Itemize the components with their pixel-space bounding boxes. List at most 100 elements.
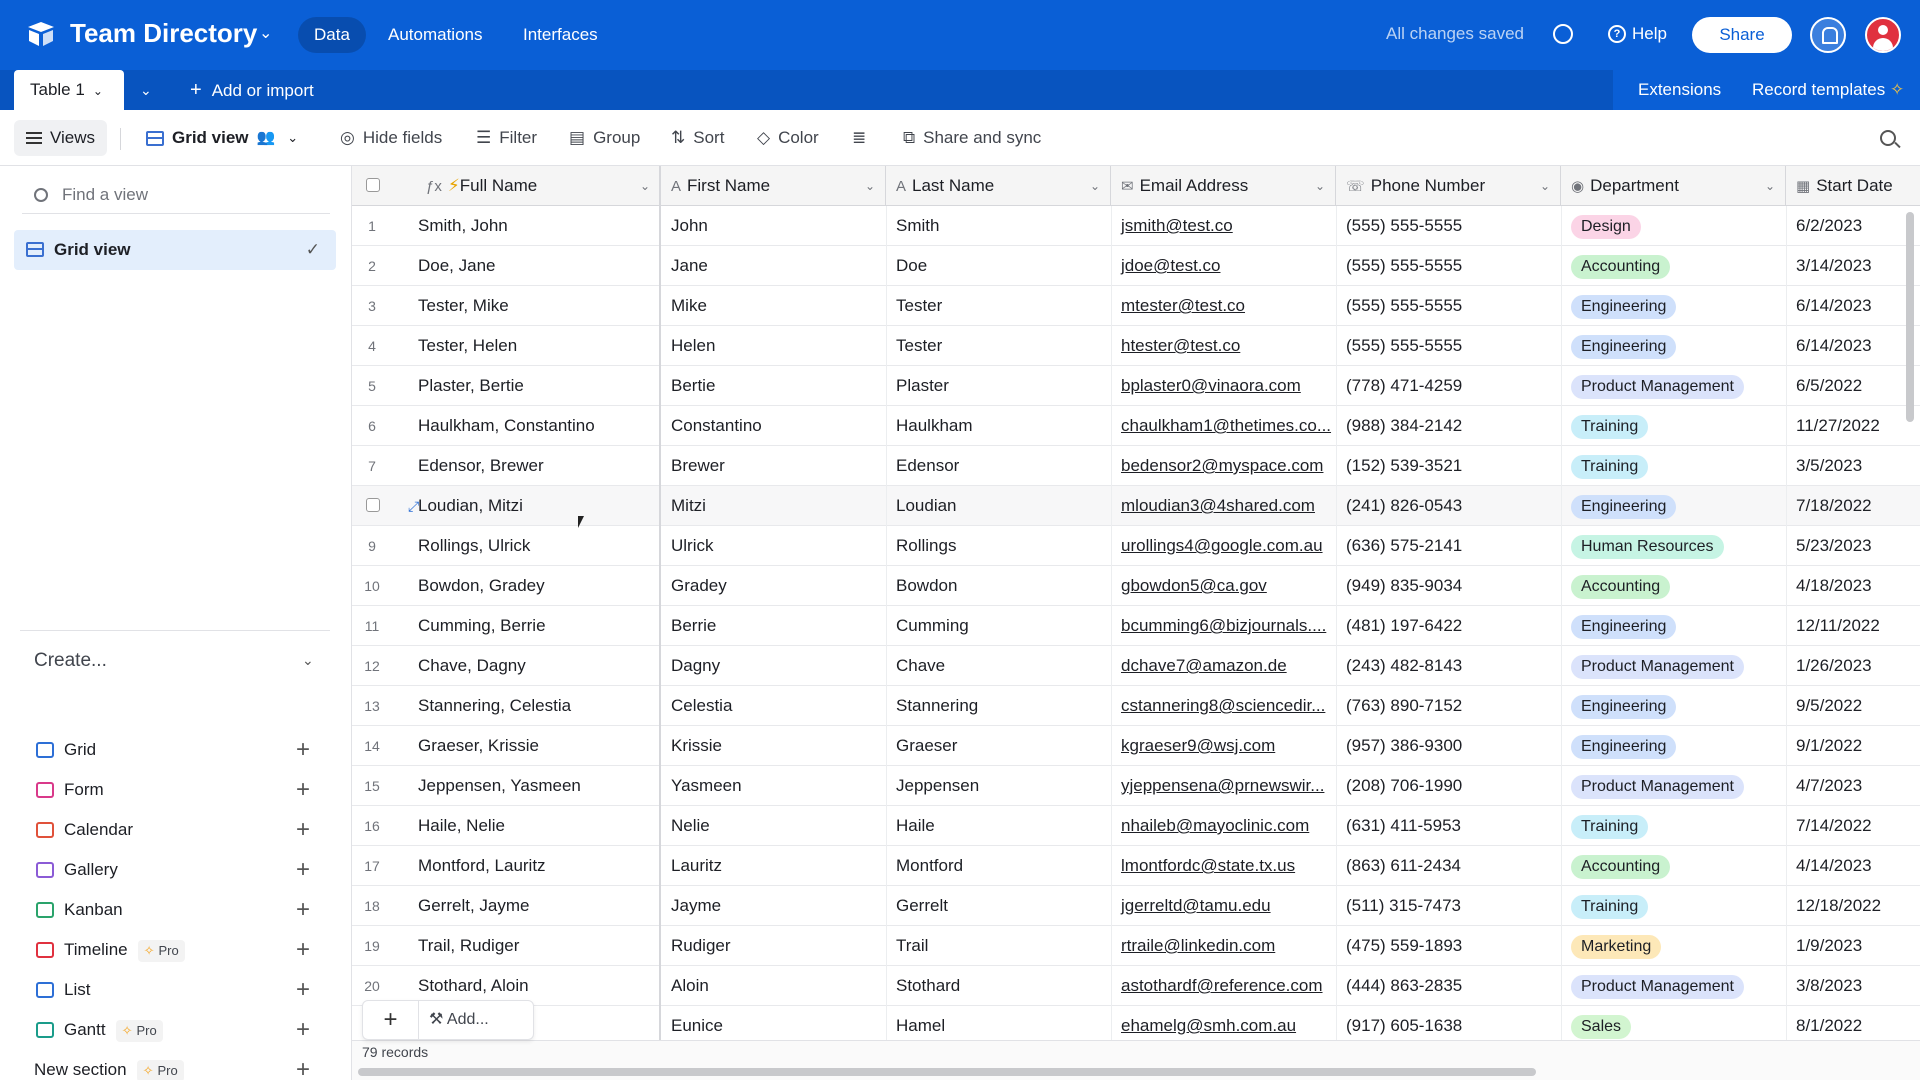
create-item-grid[interactable]: Grid + <box>34 730 334 770</box>
create-section-title[interactable]: Create... <box>34 650 107 672</box>
cell-email[interactable]: jgerreltd@tamu.edu <box>1111 886 1336 926</box>
table-row[interactable]: 17 Montford, Lauritz Lauritz Montford lmontf… <box>352 846 1920 886</box>
table-row[interactable]: 14 Graeser, Krissie Krissie Graeser kgraeser… <box>352 726 1920 766</box>
cell-email[interactable]: bcumming6@bizjournals.... <box>1111 606 1336 646</box>
nav-interfaces[interactable]: Interfaces <box>507 17 614 53</box>
add-view-plus-icon[interactable]: + <box>296 930 310 970</box>
create-item-calendar[interactable]: Calendar + <box>34 810 334 850</box>
table-row[interactable]: 10 Bowdon, Gradey Gradey Bowdon gbowdon5@ca.… <box>352 566 1920 606</box>
cell-full[interactable]: Haile, Nelie <box>408 806 661 846</box>
table-row[interactable]: 3 Tester, Mike Mike Tester mtester@test.co (5… <box>352 286 1920 326</box>
cell-email[interactable]: jsmith@test.co <box>1111 206 1336 246</box>
cell-dept[interactable]: Engineering <box>1561 606 1786 646</box>
table-row[interactable]: 9 Rollings, Ulrick Ulrick Rollings urollings… <box>352 526 1920 566</box>
cell-start[interactable]: 5/23/2023 <box>1786 526 1920 566</box>
cell-last[interactable]: Smith <box>886 206 1111 246</box>
add-view-plus-icon[interactable]: + <box>296 970 310 1010</box>
table-row[interactable]: 7 Edensor, Brewer Brewer Edensor bedensor2@m… <box>352 446 1920 486</box>
app-logo-icon[interactable] <box>26 20 56 48</box>
cell-first[interactable]: Bertie <box>661 366 886 406</box>
cell-first[interactable]: Mike <box>661 286 886 326</box>
table-row[interactable]: 15 Jeppensen, Yasmeen Yasmeen Jeppensen yjep… <box>352 766 1920 806</box>
cell-phone[interactable]: (444) 863-2835 <box>1336 966 1561 1006</box>
cell-full[interactable]: Chave, Dagny <box>408 646 661 686</box>
column-header-last-name[interactable]: A Last Name ⌄ <box>886 166 1111 206</box>
add-view-plus-icon[interactable]: + <box>296 890 310 930</box>
notifications-bell-icon[interactable] <box>1810 17 1846 53</box>
table-row[interactable]: 16 Haile, Nelie Nelie Haile nhaileb@mayoclin… <box>352 806 1920 846</box>
create-item-gallery[interactable]: Gallery + <box>34 850 334 890</box>
user-avatar[interactable] <box>1865 17 1901 53</box>
cell-email[interactable]: kgraeser9@wsj.com <box>1111 726 1336 766</box>
create-item-list[interactable]: List + <box>34 970 334 1010</box>
create-item-gantt[interactable]: Gantt ✧ Pro + <box>34 1010 334 1050</box>
cell-last[interactable]: Stothard <box>886 966 1111 1006</box>
add-record-plus-button[interactable]: + <box>363 1001 419 1039</box>
cell-full[interactable]: Doe, Jane <box>408 246 661 286</box>
add-view-plus-icon[interactable]: + <box>296 810 310 850</box>
find-view-input[interactable]: Find a view <box>22 178 330 214</box>
cell-phone[interactable]: (241) 826-0543 <box>1336 486 1561 526</box>
cell-dept[interactable]: Product Management <box>1561 966 1786 1006</box>
cell-email[interactable]: astothardf@reference.com <box>1111 966 1336 1006</box>
cell-phone[interactable]: (555) 555-5555 <box>1336 206 1561 246</box>
select-all-checkbox[interactable] <box>366 178 380 192</box>
cell-full[interactable]: Cumming, Berrie <box>408 606 661 646</box>
cell-first[interactable]: Berrie <box>661 606 886 646</box>
cell-phone[interactable]: (152) 539-3521 <box>1336 446 1561 486</box>
cell-last[interactable]: Plaster <box>886 366 1111 406</box>
cell-start[interactable]: 6/5/2022 <box>1786 366 1920 406</box>
cell-full[interactable]: Jeppensen, Yasmeen <box>408 766 661 806</box>
cell-phone[interactable]: (243) 482-8143 <box>1336 646 1561 686</box>
cell-email[interactable]: bplaster0@vinaora.com <box>1111 366 1336 406</box>
cell-phone[interactable]: (631) 411-5953 <box>1336 806 1561 846</box>
table-row[interactable]: 4 Tester, Helen Helen Tester htester@test.co… <box>352 326 1920 366</box>
add-menu-button[interactable]: ⚒ Add... <box>429 1001 489 1039</box>
column-chevron-icon[interactable]: ⌄ <box>640 166 650 206</box>
cell-last[interactable]: Gerrelt <box>886 886 1111 926</box>
table-row[interactable]: 19 Trail, Rudiger Rudiger Trail rtraile@link… <box>352 926 1920 966</box>
tabs-list-chevron-icon[interactable]: ⌄ <box>140 70 152 110</box>
table-row[interactable]: 20 Stothard, Aloin Aloin Stothard astothardf… <box>352 966 1920 1006</box>
cell-email[interactable]: dchave7@amazon.de <box>1111 646 1336 686</box>
cell-full[interactable]: Tester, Mike <box>408 286 661 326</box>
cell-last[interactable]: Stannering <box>886 686 1111 726</box>
cell-last[interactable]: Jeppensen <box>886 766 1111 806</box>
cell-first[interactable]: Jayme <box>661 886 886 926</box>
cell-email[interactable]: mloudian3@4shared.com <box>1111 486 1336 526</box>
cell-start[interactable]: 11/27/2022 <box>1786 406 1920 446</box>
cell-dept[interactable]: Product Management <box>1561 646 1786 686</box>
cell-email[interactable]: lmontfordc@state.tx.us <box>1111 846 1336 886</box>
column-header-email[interactable]: ✉ Email Address ⌄ <box>1111 166 1336 206</box>
tab-chevron-down-icon[interactable]: ⌄ <box>93 84 103 98</box>
table-row[interactable]: ⤢ Loudian, Mitzi Mitzi Loudian mloudian3@4sh… <box>352 486 1920 526</box>
cell-dept[interactable]: Training <box>1561 886 1786 926</box>
cell-phone[interactable]: (555) 555-5555 <box>1336 286 1561 326</box>
cell-full[interactable]: Loudian, Mitzi <box>408 486 661 526</box>
cell-full[interactable]: Montford, Lauritz <box>408 846 661 886</box>
cell-full[interactable]: Haulkham, Constantino <box>408 406 661 446</box>
cell-phone[interactable]: (555) 555-5555 <box>1336 246 1561 286</box>
base-title[interactable]: Team Directory <box>70 18 257 49</box>
cell-dept[interactable]: Engineering <box>1561 326 1786 366</box>
share-button[interactable]: Share <box>1692 17 1792 53</box>
cell-last[interactable]: Bowdon <box>886 566 1111 606</box>
column-chevron-icon[interactable]: ⌄ <box>1090 166 1100 206</box>
cell-phone[interactable]: (863) 611-2434 <box>1336 846 1561 886</box>
cell-email[interactable]: rtraile@linkedin.com <box>1111 926 1336 966</box>
cell-email[interactable]: urollings4@google.com.au <box>1111 526 1336 566</box>
cell-last[interactable]: Cumming <box>886 606 1111 646</box>
share-and-sync-button[interactable]: ⧉ Share and sync <box>903 110 1041 166</box>
views-toggle-button[interactable]: Views <box>14 120 108 156</box>
cell-last[interactable]: Doe <box>886 246 1111 286</box>
cell-full[interactable]: Bowdon, Gradey <box>408 566 661 606</box>
hide-fields-button[interactable]: ◎ Hide fields <box>340 110 442 166</box>
add-view-plus-icon[interactable]: + <box>296 1010 310 1050</box>
cell-dept[interactable]: Training <box>1561 406 1786 446</box>
cell-phone[interactable]: (778) 471-4259 <box>1336 366 1561 406</box>
column-chevron-icon[interactable]: ⌄ <box>1540 166 1550 206</box>
create-item-timeline[interactable]: Timeline ✧ Pro + <box>34 930 334 970</box>
column-chevron-icon[interactable]: ⌄ <box>1315 166 1325 206</box>
cell-first[interactable]: John <box>661 206 886 246</box>
cell-start[interactable]: 6/14/2023 <box>1786 326 1920 366</box>
